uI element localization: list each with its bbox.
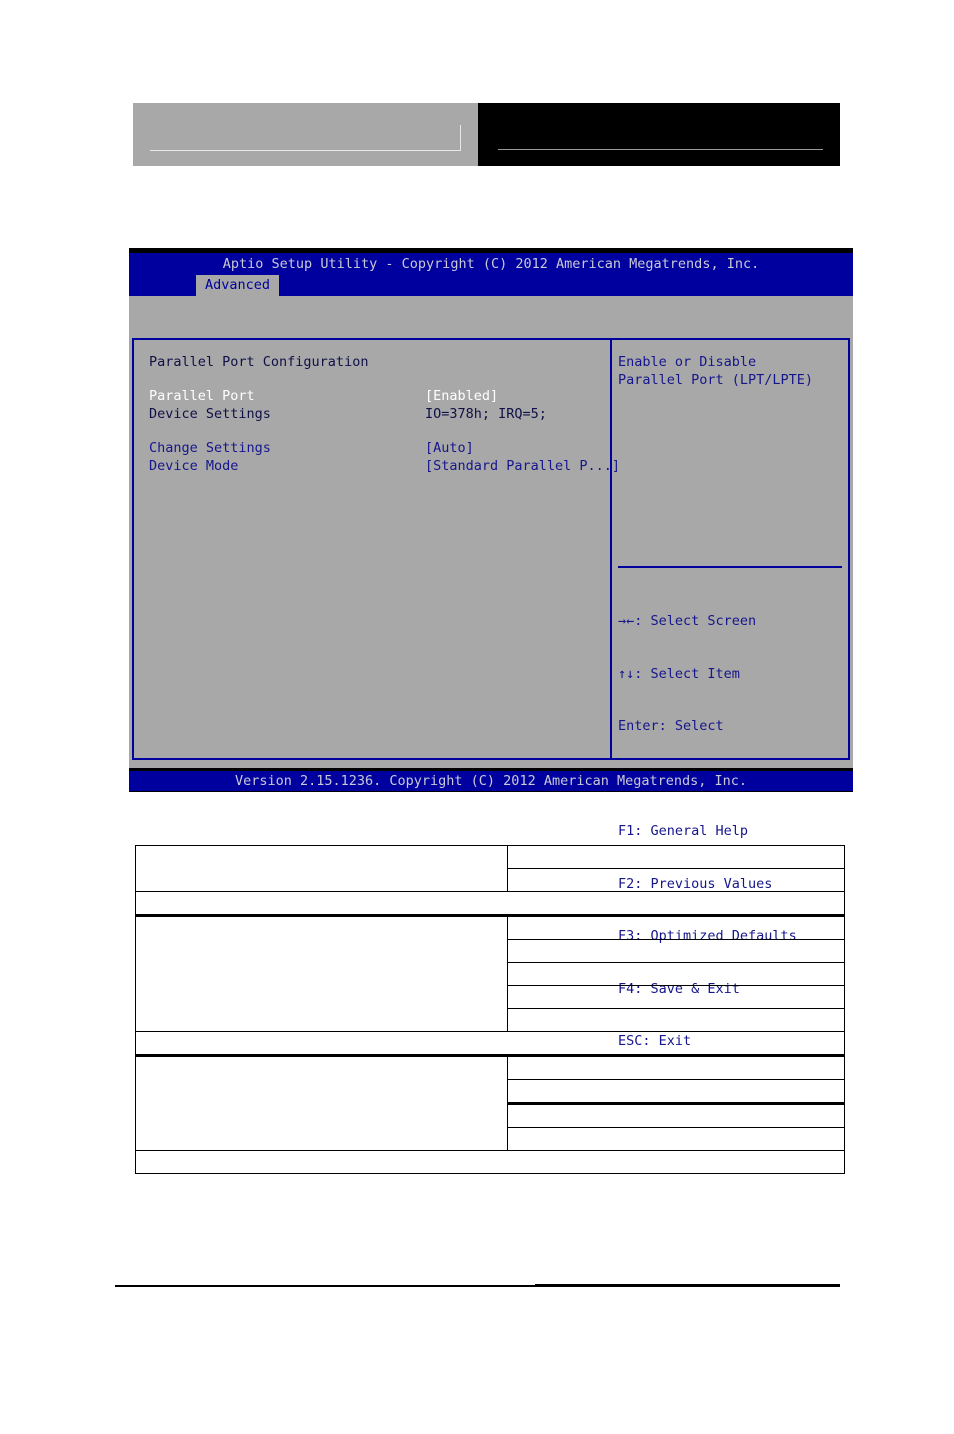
table-cell-right <box>507 1008 845 1032</box>
help-panel-divider <box>618 566 842 568</box>
option-label-device-mode: Device Mode <box>149 458 239 474</box>
bios-title: Aptio Setup Utility - Copyright (C) 2012… <box>129 253 853 275</box>
table-cell-left <box>135 1055 508 1151</box>
option-value-device-settings: IO=378h; IRQ=5; <box>425 406 547 422</box>
table-cell-right <box>507 845 845 869</box>
gray-block-tick <box>460 125 461 151</box>
tab-advanced[interactable]: Advanced <box>196 275 280 296</box>
key-legend-select-item: ↑↓: Select Item <box>618 665 740 682</box>
page-footer-rule <box>115 1284 840 1287</box>
option-row-device-settings: Device Settings IO=378h; IRQ=5; <box>149 406 604 424</box>
table-row <box>135 1055 845 1151</box>
table-row <box>135 845 845 892</box>
table-row <box>135 1031 845 1057</box>
black-block-underline <box>498 149 823 150</box>
table-cell-left <box>135 915 508 1032</box>
help-text: Enable or Disable Parallel Port (LPT/LPT… <box>618 354 814 388</box>
bios-body: Parallel Port Configuration Parallel Por… <box>129 296 853 1049</box>
option-value-parallel-port[interactable]: [Enabled] <box>425 388 498 406</box>
table-row <box>135 1150 845 1174</box>
bios-setup-screen: Aptio Setup Utility - Copyright (C) 2012… <box>129 248 853 1049</box>
gray-header-block <box>133 103 478 166</box>
table-cell-full <box>135 1031 845 1057</box>
spec-table <box>135 845 845 1174</box>
option-row-parallel-port[interactable]: Parallel Port [Enabled] <box>149 388 604 406</box>
option-row-device-mode[interactable]: Device Mode [Standard Parallel P...] <box>149 458 620 476</box>
black-header-block <box>478 103 840 166</box>
table-cell-left <box>135 845 508 892</box>
header-blocks <box>133 103 840 166</box>
option-value-change-settings[interactable]: [Auto] <box>425 440 474 458</box>
option-label-device-settings: Device Settings <box>149 406 271 422</box>
bios-footer-version: Version 2.15.1236. Copyright (C) 2012 Am… <box>129 771 853 791</box>
table-cell-right <box>507 939 845 963</box>
option-value-device-mode[interactable]: [Standard Parallel P...] <box>425 458 620 476</box>
table-cell-right <box>507 1055 845 1080</box>
table-cell-right <box>507 985 845 1009</box>
bios-menu-bar: Advanced <box>129 275 853 296</box>
table-cell-full <box>135 891 845 917</box>
footer-rule-thin <box>115 1285 535 1287</box>
table-cell-right <box>507 1103 845 1128</box>
option-label-change-settings: Change Settings <box>149 440 271 456</box>
table-cell-right <box>507 1079 845 1105</box>
key-legend-general-help: F1: General Help <box>618 823 749 839</box>
gray-block-underline <box>150 150 460 151</box>
table-cell-right <box>507 962 845 986</box>
key-legend-select-screen: →←: Select Screen <box>618 613 757 629</box>
option-row-change-settings[interactable]: Change Settings [Auto] <box>149 440 604 458</box>
section-title: Parallel Port Configuration <box>149 354 369 370</box>
key-legend-enter-select: Enter: Select <box>618 718 724 734</box>
footer-rule-thick <box>535 1284 840 1287</box>
table-cell-full <box>135 1150 845 1174</box>
table-cell-right <box>507 915 845 940</box>
option-label-parallel-port: Parallel Port <box>149 388 255 404</box>
table-cell-right <box>507 1127 845 1151</box>
table-row <box>135 891 845 917</box>
table-row <box>135 915 845 1032</box>
table-cell-right <box>507 868 845 892</box>
